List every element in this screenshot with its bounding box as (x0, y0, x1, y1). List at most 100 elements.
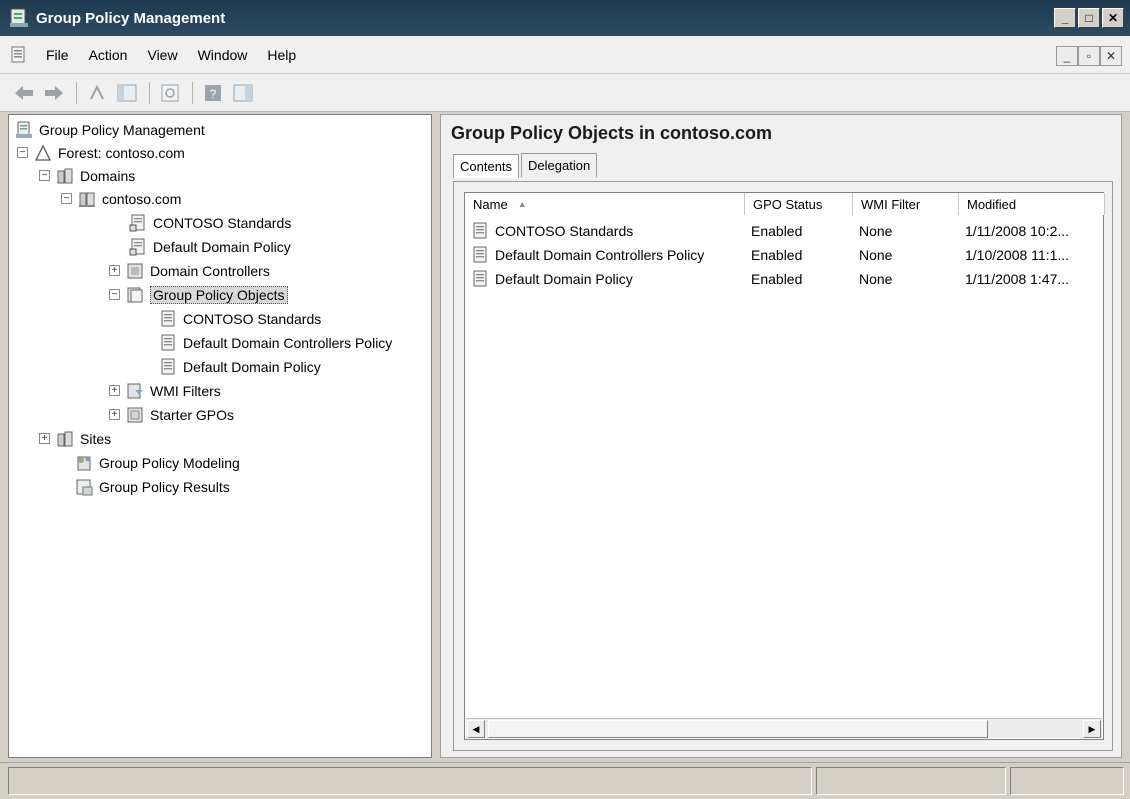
tree-label: Sites (80, 430, 112, 447)
child-restore-button[interactable]: ▫ (1078, 46, 1100, 66)
collapse-toggle[interactable]: − (17, 147, 28, 158)
tree-label: Starter GPOs (150, 406, 235, 423)
collapse-toggle[interactable]: − (61, 193, 72, 204)
forward-button[interactable] (42, 81, 66, 105)
menu-file[interactable]: File (36, 47, 79, 63)
refresh-button[interactable] (158, 81, 182, 105)
gpo-icon (473, 222, 487, 239)
tree-item-forest[interactable]: − Forest: contoso.com (17, 141, 185, 164)
scrollbar-thumb[interactable] (488, 720, 988, 738)
column-header-modified[interactable]: Modified (959, 193, 1105, 215)
up-level-button[interactable] (85, 81, 109, 105)
close-button[interactable]: ✕ (1102, 8, 1124, 28)
column-header-name[interactable]: Name ▲ (465, 193, 745, 215)
child-minimize-button[interactable]: _ (1056, 46, 1078, 66)
tree-item-gpo-contoso-standards[interactable]: CONTOSO Standards (159, 307, 321, 330)
column-label: Name (473, 196, 508, 212)
tree-item-contoso-domain[interactable]: − contoso.com (61, 187, 181, 210)
title-bar: Group Policy Management _ □ ✕ (0, 0, 1130, 36)
cell-modified: 1/11/2008 10:2... (965, 223, 1070, 239)
expand-toggle[interactable]: + (109, 265, 120, 276)
sites-icon (57, 431, 73, 446)
tree-label: Default Domain Policy (183, 358, 321, 375)
column-header-wmi-filter[interactable]: WMI Filter (853, 193, 959, 215)
collapse-toggle[interactable]: − (109, 289, 120, 300)
status-panel-main (8, 767, 812, 795)
refresh-icon (161, 84, 179, 101)
menu-view[interactable]: View (137, 47, 187, 63)
tree-item-sites[interactable]: + Sites (39, 427, 111, 450)
show-action-pane-button[interactable] (231, 81, 255, 105)
gpo-icon (473, 246, 487, 263)
wmi-filter-icon (127, 383, 143, 398)
console-icon[interactable] (10, 46, 28, 64)
gpo-container-icon (127, 287, 143, 302)
tree-item-domains[interactable]: − Domains (39, 164, 135, 187)
column-label: GPO Status (753, 196, 823, 212)
cell-name: Default Domain Policy (465, 267, 745, 291)
tree-item-root[interactable]: Group Policy Management (15, 118, 205, 141)
window-title: Group Policy Management (36, 9, 226, 27)
forest-icon (34, 144, 52, 161)
tree-item-group-policy-results[interactable]: Group Policy Results (75, 475, 230, 498)
pane-title: Group Policy Objects in contoso.com (451, 123, 773, 143)
ou-icon (127, 263, 143, 278)
help-button[interactable]: ? (201, 81, 225, 105)
tab-contents[interactable]: Contents (453, 154, 520, 178)
status-panel-secondary (816, 767, 1006, 795)
tree-label: Group Policy Management (39, 121, 205, 138)
status-bar (0, 762, 1130, 799)
gpo-link-icon (129, 214, 145, 231)
child-close-button[interactable]: ✕ (1100, 46, 1122, 66)
group-policy-management-icon (16, 121, 32, 138)
details-pane: Group Policy Objects in contoso.com Cont… (440, 114, 1122, 758)
tree-label: Default Domain Policy (153, 238, 291, 255)
list-header: Name ▲ GPO Status WMI Filter Modified (465, 193, 1105, 215)
scroll-right-button[interactable]: ▶ (1083, 720, 1101, 738)
table-row[interactable]: CONTOSO Standards Enabled None 1/11/2008… (465, 219, 1105, 243)
table-row[interactable]: Default Domain Policy Enabled None 1/11/… (465, 267, 1105, 291)
column-label: Modified (967, 196, 1017, 212)
cell-status: Enabled (751, 271, 803, 287)
tree-item-group-policy-modeling[interactable]: Group Policy Modeling (75, 451, 240, 474)
tree-item-starter-gpos[interactable]: + Starter GPOs (109, 403, 234, 426)
cell-modified: 1/11/2008 1:47... (965, 271, 1070, 287)
menu-action[interactable]: Action (79, 47, 138, 63)
starter-gpo-icon (127, 407, 143, 422)
expand-toggle[interactable]: + (109, 409, 120, 420)
expand-toggle[interactable]: + (39, 433, 50, 444)
collapse-toggle[interactable]: − (39, 170, 50, 181)
tree-item-group-policy-objects[interactable]: − Group Policy Objects (109, 283, 288, 306)
cell-wmi-filter: None (859, 223, 893, 239)
table-row[interactable]: Default Domain Controllers Policy Enable… (465, 243, 1105, 267)
tree-item-domain-controllers[interactable]: + Domain Controllers (109, 259, 270, 282)
minimize-button[interactable]: _ (1054, 8, 1076, 28)
expand-toggle[interactable]: + (109, 385, 120, 396)
horizontal-scrollbar[interactable]: ◀ ▶ (466, 718, 1102, 738)
menu-bar: File Action View Window Help _ ▫ ✕ (0, 36, 1130, 74)
tree-item-wmi-filters[interactable]: + WMI Filters (109, 379, 221, 402)
results-icon (76, 479, 93, 495)
menu-window[interactable]: Window (188, 47, 258, 63)
tree-item-link-contoso-standards[interactable]: CONTOSO Standards (129, 211, 291, 234)
tab-panel: Name ▲ GPO Status WMI Filter Modified CO… (453, 181, 1113, 751)
forward-arrow-icon (45, 85, 63, 100)
tree-item-gpo-default-dc-policy[interactable]: Default Domain Controllers Policy (159, 331, 392, 354)
tab-delegation[interactable]: Delegation (521, 153, 598, 177)
tree-label: CONTOSO Standards (153, 214, 292, 231)
show-hide-tree-button[interactable] (115, 81, 139, 105)
maximize-button[interactable]: □ (1078, 8, 1100, 28)
console-tree-icon (117, 84, 137, 101)
back-button[interactable] (12, 81, 36, 105)
tree-item-link-default-domain-policy[interactable]: Default Domain Policy (129, 235, 291, 258)
tree-label: CONTOSO Standards (183, 310, 322, 327)
console-tree: Group Policy Management − Forest: contos… (8, 114, 432, 758)
tree-item-gpo-default-domain-policy[interactable]: Default Domain Policy (159, 355, 321, 378)
cell-name: Default Domain Controllers Policy (465, 243, 745, 267)
scroll-left-button[interactable]: ◀ (467, 720, 485, 738)
tab-strip: Contents Delegation (453, 153, 599, 178)
tree-label: Group Policy Objects (150, 285, 288, 304)
column-header-gpo-status[interactable]: GPO Status (745, 193, 853, 215)
gpo-link-icon (129, 238, 145, 255)
menu-help[interactable]: Help (257, 47, 306, 63)
